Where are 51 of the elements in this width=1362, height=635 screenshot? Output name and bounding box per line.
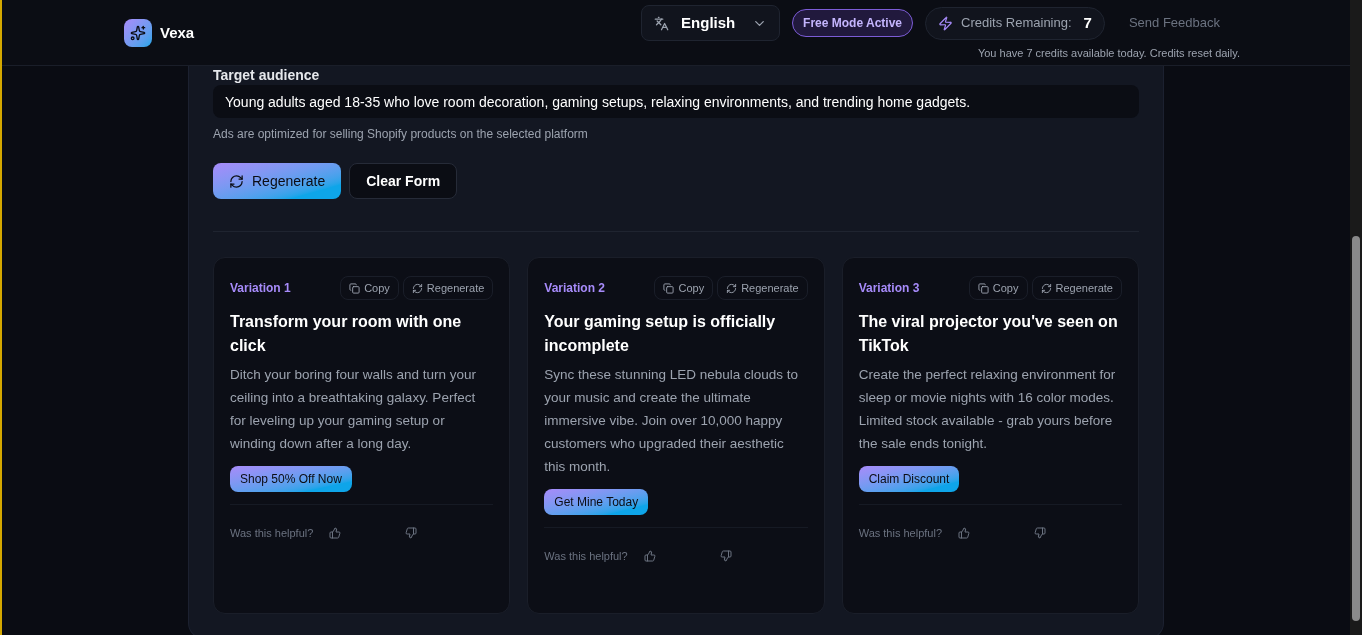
thumbs-up-button[interactable]: [958, 527, 970, 540]
ad-headline: Your gaming setup is officially incomplete: [544, 312, 777, 356]
regenerate-button[interactable]: Regenerate: [213, 163, 342, 199]
mode-badge: Free Mode Active: [792, 9, 914, 37]
cta-pill: Get Mine Today: [544, 489, 649, 515]
copy-icon: [349, 282, 361, 294]
card-regenerate-button[interactable]: Regenerate: [717, 276, 808, 300]
thumbs-down-button[interactable]: [719, 550, 732, 563]
variation-label: Variation 1: [230, 280, 291, 297]
clear-form-button[interactable]: Clear Form: [349, 163, 458, 199]
credits-value: 7: [1083, 12, 1092, 33]
copy-icon: [663, 282, 675, 294]
refresh-icon: [1040, 282, 1052, 294]
credits-label: Credits Remaining:: [961, 14, 1072, 33]
cta-pill: Shop 50% Off Now: [230, 466, 352, 492]
language-select[interactable]: English: [641, 5, 781, 41]
ad-body: Create the perfect relaxing environment for sleep or movie nights with 16 color modes. Limited stock available - grab yours before the sale ends tonight.: [858, 366, 1117, 453]
lightning-icon: [938, 15, 954, 31]
copy-icon: [977, 282, 989, 294]
cta-pill: Claim Discount: [858, 466, 960, 492]
ad-body: Ditch your boring four walls and turn your ceiling into a breathtaking galaxy. Perfect for leveling up your gaming setup or winding down after a long day.: [230, 366, 478, 453]
copy-button[interactable]: Copy: [654, 276, 714, 300]
thumbs-up-button[interactable]: [643, 550, 656, 563]
scrollbar[interactable]: [1350, 0, 1362, 635]
logo-text: Vexa: [160, 22, 195, 43]
refresh-icon: [726, 282, 738, 294]
thumbs-up-button[interactable]: [329, 527, 342, 540]
ad-headline: Transform your room with one click: [230, 312, 463, 356]
thumbs-down-button[interactable]: [405, 527, 418, 540]
card-regenerate-button[interactable]: Regenerate: [402, 276, 494, 300]
helpful-prompt: Was this helpful?: [858, 526, 942, 541]
ad-body: Sync these stunning LED nebula clouds to your music and create the ultimate immersive vibe. Join over 10,000 happy customers who upgraded their aesthetic this month.: [544, 366, 799, 476]
ad-headline: The viral projector you've seen on TikTok: [858, 312, 1119, 356]
helpful-prompt: Was this helpful?: [544, 549, 628, 564]
audience-field[interactable]: Young adults aged 18-35 who love room decoration, gaming setups, relaxing environments, and trending home gadgets.: [213, 85, 1139, 118]
refresh-icon: [229, 173, 244, 189]
thumbs-down-button[interactable]: [1034, 527, 1046, 540]
scrollbar-thumb[interactable]: [1352, 236, 1360, 621]
field-label: Target audience: [213, 66, 321, 84]
variation-label: Variation 2: [544, 280, 606, 297]
feedback-link[interactable]: Send Feedback: [1128, 13, 1220, 33]
card-regenerate-button[interactable]: Regenerate: [1031, 276, 1122, 300]
helpful-prompt: Was this helpful?: [230, 526, 314, 541]
sparkles-logo-icon: [124, 19, 152, 47]
translate-icon: [654, 15, 670, 31]
field-hint: Ads are optimized for selling Shopify products on the selected platform: [213, 126, 589, 143]
variation-label: Variation 3: [858, 280, 920, 297]
copy-button[interactable]: Copy: [340, 276, 399, 300]
copy-button[interactable]: Copy: [968, 276, 1028, 300]
refresh-icon: [411, 282, 423, 294]
credits-note: You have 7 credits available today. Credits reset daily.: [977, 46, 1240, 61]
